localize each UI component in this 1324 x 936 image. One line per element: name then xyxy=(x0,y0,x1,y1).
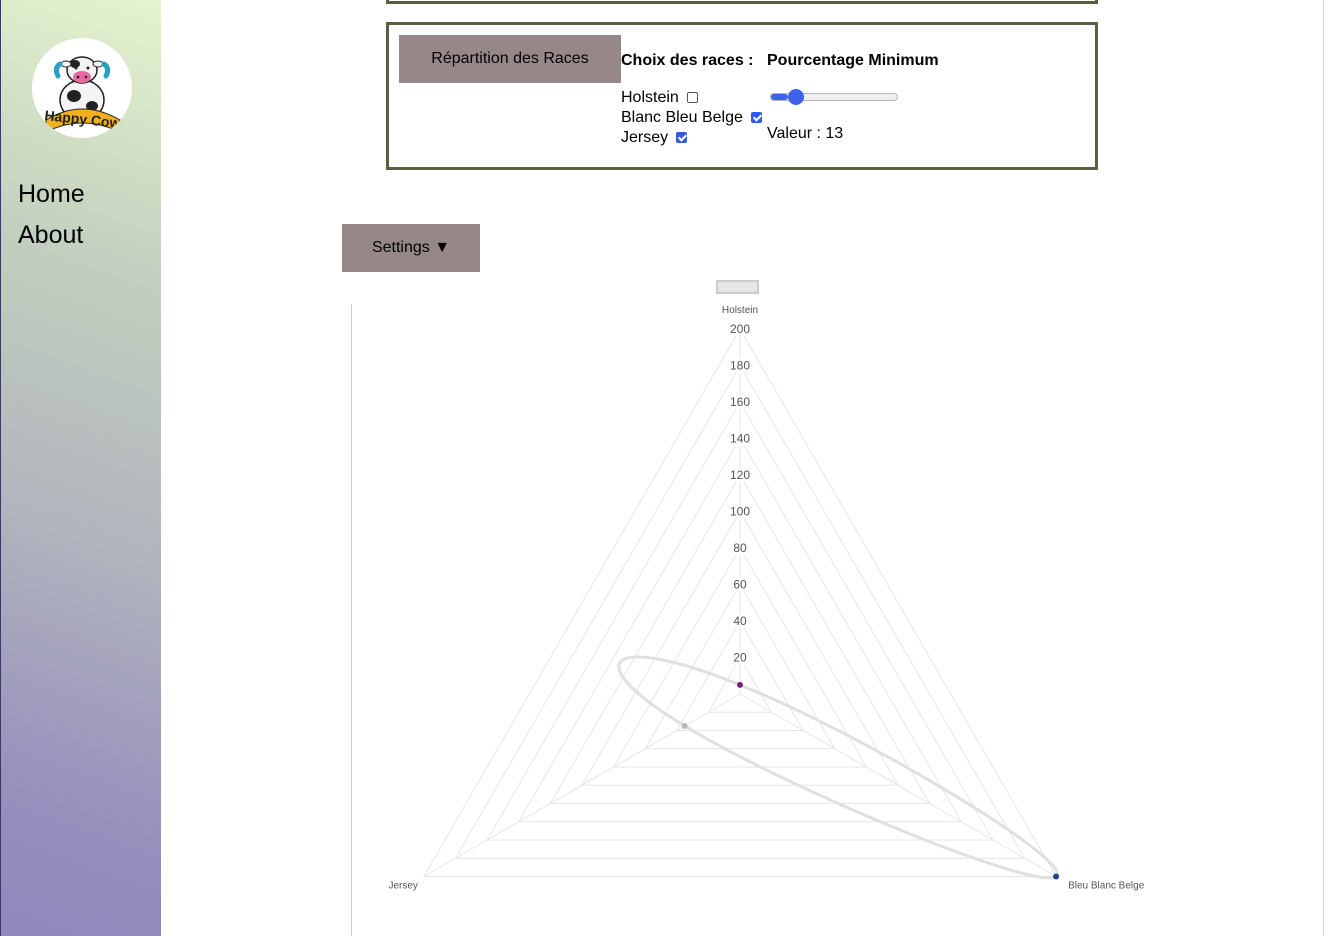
r-tick-label: 20 xyxy=(733,651,747,665)
slider-fill xyxy=(771,94,788,100)
jersey-checkbox[interactable] xyxy=(676,131,688,143)
min-percentage-slider[interactable] xyxy=(770,89,898,105)
breed-filter-panel: Répartition des Races Choix des races : … xyxy=(386,22,1098,170)
r-tick-label: 40 xyxy=(733,614,747,628)
r-tick-label: 80 xyxy=(733,541,747,555)
r-tick-label: 180 xyxy=(730,359,750,373)
r-tick-label: 140 xyxy=(730,432,750,446)
data-point xyxy=(1053,873,1060,880)
blanc-bleu-belge-checkbox[interactable] xyxy=(750,111,762,123)
axis-label: Bleu Blanc Belge xyxy=(1068,881,1145,892)
r-tick-label: 200 xyxy=(730,322,750,336)
slider-thumb[interactable] xyxy=(787,89,804,105)
axis-label: Holstein xyxy=(722,305,758,316)
r-tick-label: 60 xyxy=(733,578,747,592)
slider-value-label: Valeur : 13 xyxy=(767,125,844,142)
data-point xyxy=(681,722,688,729)
r-tick-label: 160 xyxy=(730,395,750,409)
holstein-checkbox[interactable] xyxy=(686,91,698,103)
nav-home[interactable]: Home xyxy=(18,180,85,209)
logo-wordmark: Happy Cow xyxy=(44,107,122,131)
legend-swatch xyxy=(716,280,759,294)
axis-label: Jersey xyxy=(388,881,417,892)
data-point xyxy=(737,681,743,688)
settings-dropdown-button[interactable]: Settings ▼ xyxy=(342,224,480,272)
breed-option-blanc-bleu-belge: Blanc Bleu Belge xyxy=(621,109,762,127)
breed-label: Blanc Bleu Belge xyxy=(621,109,743,126)
r-tick-label: 120 xyxy=(730,468,750,482)
happy-cow-logo[interactable]: Happy Cow xyxy=(32,38,132,138)
nav-about[interactable]: About xyxy=(18,221,83,250)
sidebar: Happy Cow Home About xyxy=(0,0,161,936)
breed-label: Holstein xyxy=(621,89,679,106)
breed-choice-heading: Choix des races : xyxy=(621,52,754,69)
r-tick-label: 100 xyxy=(730,505,750,519)
svg-text:Happy Cow: Happy Cow xyxy=(44,107,122,131)
breed-radar-chart: 20 40 60 80 100 120 140 160 180 200 Holstein Bleu B… xyxy=(388,280,1145,892)
previous-panel-frame xyxy=(386,0,1098,4)
breed-distribution-button[interactable]: Répartition des Races xyxy=(399,35,621,83)
breed-option-holstein: Holstein xyxy=(621,89,698,107)
breed-label: Jersey xyxy=(621,129,669,146)
breed-option-jersey: Jersey xyxy=(621,129,688,147)
min-percentage-heading: Pourcentage Minimum xyxy=(767,52,939,69)
